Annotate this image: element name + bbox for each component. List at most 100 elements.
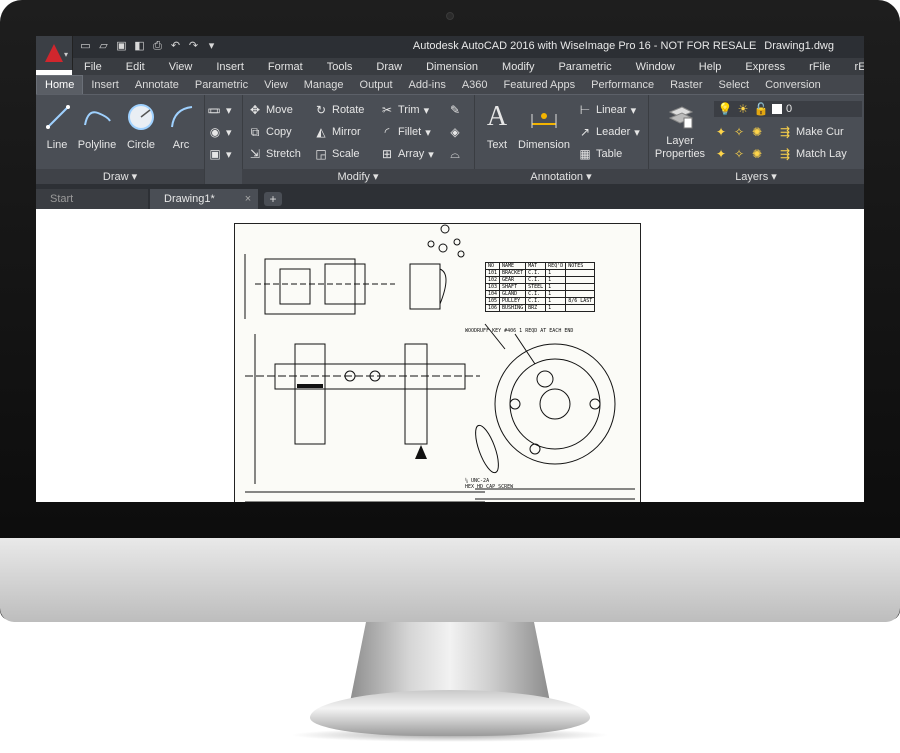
menu-tools[interactable]: Tools — [315, 61, 365, 73]
table-cell: BRZ — [525, 304, 547, 312]
table-cell: NO — [484, 262, 501, 270]
rotate-button[interactable]: ↻ Rotate — [314, 103, 364, 117]
monitor-base — [310, 690, 590, 736]
menu-redit[interactable]: rEdit — [843, 61, 864, 73]
circle-button[interactable]: Circle — [124, 101, 158, 151]
mirror-button[interactable]: ◭ Mirror — [314, 125, 360, 139]
table-cell: BRACKET — [499, 269, 527, 277]
menu-format[interactable]: Format — [256, 61, 315, 73]
table-button[interactable]: ▦ Table — [578, 147, 622, 161]
new-icon[interactable]: ▭ — [78, 39, 93, 54]
open-icon[interactable]: ▱ — [96, 39, 111, 54]
print-icon[interactable]: ⎙ — [150, 39, 165, 54]
dimension-button[interactable]: Dimension — [516, 101, 572, 151]
tab-view[interactable]: View — [256, 76, 296, 94]
tab-drawing1[interactable]: Drawing1* × — [150, 189, 258, 209]
explode-icon: ◈ — [450, 125, 460, 139]
arc-button[interactable]: Arc — [166, 101, 196, 151]
redo-icon[interactable]: ↷ — [186, 39, 201, 54]
stretch-icon: ⇲ — [249, 147, 261, 161]
layer-isolate-icon[interactable]: ✦ — [714, 125, 728, 139]
customize-icon[interactable]: ▾ — [204, 39, 219, 54]
menu-rfile[interactable]: rFile — [797, 61, 842, 73]
region-icon[interactable]: ▣ ▾ — [208, 147, 231, 161]
explode-button[interactable]: ◈ — [448, 125, 462, 139]
menu-view[interactable]: View — [157, 61, 205, 73]
menu-window[interactable]: Window — [624, 61, 687, 73]
tab-home[interactable]: Home — [36, 75, 84, 94]
fillet-button[interactable]: ◜ Fillet ▾ — [380, 125, 431, 139]
layer-off-icon[interactable]: ✧ — [732, 125, 746, 139]
array-button[interactable]: ⊞ Array ▾ — [380, 147, 434, 161]
tab-select[interactable]: Select — [711, 76, 758, 94]
table-cell: STEEL — [525, 283, 547, 291]
tab-performance[interactable]: Performance — [583, 76, 662, 94]
tab-output[interactable]: Output — [352, 76, 401, 94]
tab-a360[interactable]: A360 — [454, 76, 496, 94]
stretch-button[interactable]: ⇲ Stretch — [248, 147, 301, 161]
annotation-panel-title[interactable]: Annotation ▾ — [474, 169, 648, 185]
polyline-button[interactable]: Polyline — [76, 101, 118, 151]
app-window: ▾ ▭ ▱ ▣ ◧ ⎙ ↶ ↷ ▾ Autodesk AutoCAD 2016 … — [36, 36, 864, 502]
layer-walk-icon[interactable]: ✦ — [714, 147, 728, 161]
copy-button[interactable]: ⧉ Copy — [248, 125, 292, 139]
tab-add-ins[interactable]: Add-ins — [401, 76, 454, 94]
line-button[interactable]: Line — [42, 101, 72, 151]
tab-insert[interactable]: Insert — [83, 76, 127, 94]
linear-button[interactable]: ⊢ Linear ▾ — [578, 103, 636, 117]
tab-raster[interactable]: Raster — [662, 76, 710, 94]
modify-panel-title[interactable]: Modify ▾ — [242, 169, 474, 185]
drawing-canvas[interactable]: WOODRUFF KEY #406 1 REQD AT EACH END ¼ U… — [36, 209, 864, 502]
menu-help[interactable]: Help — [687, 61, 734, 73]
erase-button[interactable]: ✎ — [448, 103, 462, 117]
layer-properties-button[interactable]: Layer Properties — [654, 101, 706, 161]
scale-button[interactable]: ◲ Scale — [314, 147, 359, 161]
layer-stack-icon — [664, 101, 696, 133]
linear-icon: ⊢ — [579, 103, 591, 117]
menu-modify[interactable]: Modify — [490, 61, 546, 73]
tab-manage[interactable]: Manage — [296, 76, 352, 94]
menu-insert[interactable]: Insert — [204, 61, 256, 73]
text-button[interactable]: A Text — [480, 101, 514, 151]
tab-parametric[interactable]: Parametric — [187, 76, 256, 94]
make-current-button[interactable]: ⇶ Make Cur — [778, 125, 844, 139]
layer-lock-icon[interactable]: ✧ — [732, 147, 746, 161]
menu-express[interactable]: Express — [733, 61, 797, 73]
new-tab-button[interactable]: + — [264, 192, 282, 206]
quick-access-toolbar: ▭ ▱ ▣ ◧ ⎙ ↶ ↷ ▾ — [78, 39, 219, 54]
layer-dropdown[interactable]: 💡 ☀ 🔓 0 — [714, 101, 862, 117]
layer-freeze-icon[interactable]: ✺ — [750, 125, 764, 139]
tab-start[interactable]: Start — [36, 189, 148, 209]
scale-icon: ◲ — [315, 147, 327, 161]
menu-draw[interactable]: Draw — [364, 61, 414, 73]
tab-conversion[interactable]: Conversion — [757, 76, 829, 94]
plus-icon: + — [269, 192, 277, 206]
rectangle-icon[interactable]: ▭ ▾ — [208, 103, 231, 117]
menu-file[interactable]: File — [72, 61, 114, 73]
move-button[interactable]: ✥ Move — [248, 103, 293, 117]
menu-parametric[interactable]: Parametric — [546, 61, 623, 73]
saveas-icon[interactable]: ◧ — [132, 39, 147, 54]
leader-button[interactable]: ↗ Leader ▾ — [578, 125, 640, 139]
offset-button[interactable]: ⌓ — [448, 147, 462, 161]
menu-dimension[interactable]: Dimension — [414, 61, 490, 73]
move-label: Move — [266, 104, 293, 116]
match-layer-button[interactable]: ⇶ Match Lay — [778, 147, 847, 161]
save-icon[interactable]: ▣ — [114, 39, 129, 54]
application-menu-button[interactable]: ▾ — [36, 36, 73, 70]
tab-annotate[interactable]: Annotate — [127, 76, 187, 94]
layer-unisolate-icon[interactable]: ✺ — [750, 147, 764, 161]
match-layer-label: Match Lay — [796, 148, 847, 160]
table-cell: 103 — [484, 283, 501, 291]
tab-featured-apps[interactable]: Featured Apps — [496, 76, 584, 94]
undo-icon[interactable]: ↶ — [168, 39, 183, 54]
array-label: Array — [398, 148, 425, 160]
hatch-icon[interactable]: ◉ ▾ — [208, 125, 232, 139]
table-row: 106 BUSHING BRZ 1 — [484, 304, 596, 312]
trim-button[interactable]: ✂ Trim ▾ — [380, 103, 429, 117]
menu-edit[interactable]: Edit — [114, 61, 157, 73]
table-cell — [565, 276, 596, 284]
draw-panel-title[interactable]: Draw ▾ — [36, 169, 204, 185]
close-icon[interactable]: × — [245, 189, 251, 209]
layers-panel-title[interactable]: Layers ▾ — [648, 169, 864, 185]
